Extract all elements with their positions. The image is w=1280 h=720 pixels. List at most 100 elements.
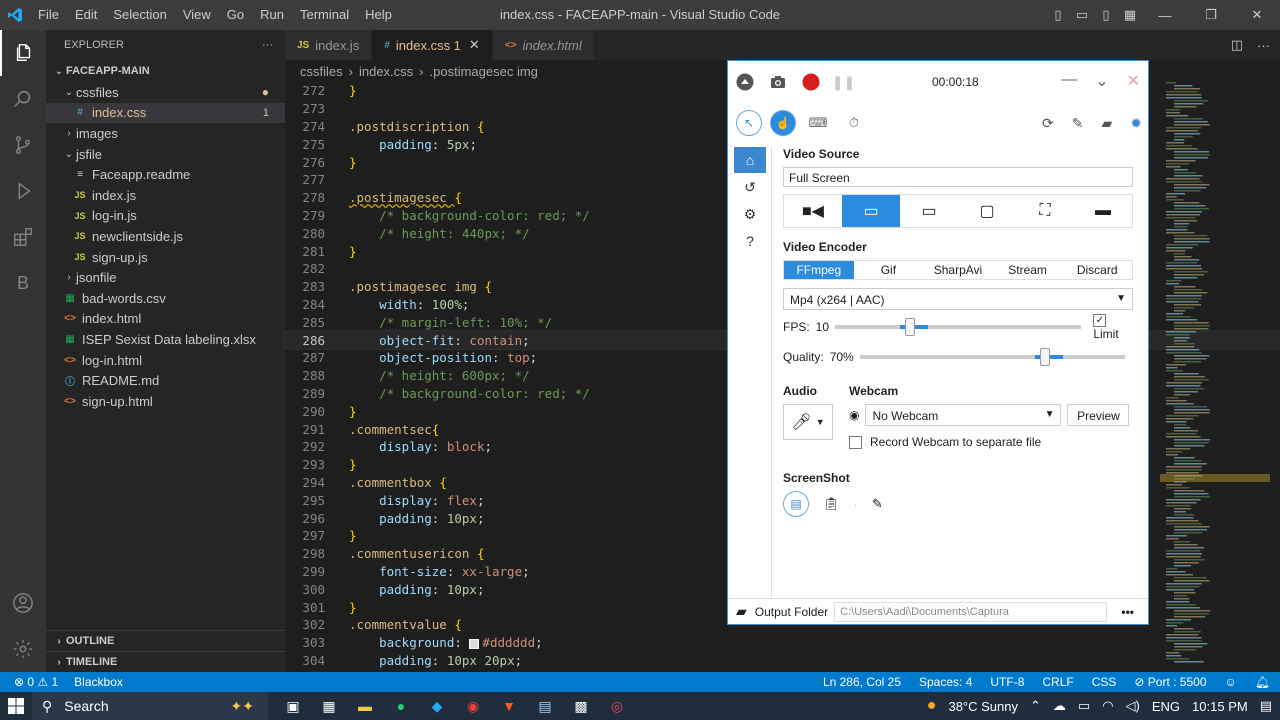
explorer-more-icon[interactable]: ··· — [262, 39, 273, 51]
output-folder-path[interactable]: C:\Users\Aadi\Documents\Captura — [834, 601, 1108, 622]
microphone-dropdown[interactable]: 🎤︎ ▼ — [783, 404, 833, 440]
keystrokes-icon[interactable]: ⌨ — [804, 115, 832, 131]
menu-selection[interactable]: Selection — [105, 0, 174, 30]
workspace-root[interactable]: ⌄ FACEAPP-MAIN — [46, 60, 285, 82]
save-to-disk-icon[interactable]: ▤ — [783, 491, 809, 517]
pause-icon[interactable]: ❚❚ — [827, 61, 860, 103]
language-indicator[interactable]: ENG — [1152, 699, 1180, 714]
color-swatch[interactable] — [469, 638, 480, 649]
source-control-icon[interactable] — [0, 122, 46, 168]
weather-text[interactable]: 38°C Sunny — [948, 699, 1018, 714]
notification-center-icon[interactable]: ▤ — [1260, 698, 1272, 714]
tree-item[interactable]: # index.css 1 — [46, 102, 285, 124]
intellij-icon[interactable]: ▩ — [570, 695, 592, 717]
search-icon[interactable] — [0, 76, 46, 122]
clipboard-icon[interactable]: 📋︎ — [823, 496, 840, 512]
more-actions-icon[interactable]: ··· — [1257, 38, 1270, 53]
windows-start-icon[interactable] — [0, 692, 32, 720]
fps-slider[interactable] — [835, 318, 1082, 336]
tree-item[interactable]: JS newclientside.js — [46, 226, 285, 247]
tree-item[interactable]: <> log-in.html — [46, 350, 285, 371]
tree-item[interactable]: ⌄ cssfiles ● — [46, 82, 285, 103]
cloud-icon[interactable]: ☁ — [1053, 698, 1066, 714]
region-icon[interactable]: ⛶ — [1016, 195, 1074, 227]
indentation[interactable]: Spaces: 4 — [919, 675, 972, 689]
imgur-icon[interactable]: · — [854, 497, 858, 512]
encoding[interactable]: UTF-8 — [990, 675, 1024, 689]
captura-taskbar-icon[interactable]: ◎ — [606, 695, 628, 717]
menu-file[interactable]: File — [30, 0, 67, 30]
encoder-ffmpeg[interactable]: FFmpeg — [784, 261, 854, 279]
menu-terminal[interactable]: Terminal — [292, 0, 357, 30]
tree-item[interactable]: <> index.html — [46, 309, 285, 330]
brave-icon[interactable]: ▼ — [498, 695, 520, 717]
screen-icon[interactable]: ▭ — [900, 195, 958, 227]
history-icon[interactable]: ↺ — [734, 174, 766, 200]
preview-button[interactable]: Preview — [1067, 404, 1130, 426]
encoder-gif[interactable]: Gif — [854, 261, 924, 279]
minimize-button[interactable]: — — [1142, 8, 1188, 23]
tab-index-js[interactable]: JS index.js — [285, 30, 373, 60]
menu-run[interactable]: Run — [252, 0, 292, 30]
settings-icon[interactable]: ✹ — [1130, 115, 1142, 132]
end-of-line[interactable]: CRLF — [1042, 675, 1073, 689]
breadcrumb-item[interactable]: .postimagesec img — [430, 64, 538, 79]
gear-icon[interactable]: ⚙ — [734, 201, 766, 227]
settings-gear-icon[interactable] — [0, 626, 46, 672]
screenshot-camera-icon[interactable] — [761, 61, 794, 103]
encoder-stream[interactable]: Stream — [993, 261, 1063, 279]
fullscreen-monitor-icon[interactable]: ▭ — [842, 195, 900, 227]
file-explorer-icon[interactable]: ▬ — [354, 695, 376, 717]
menu-go[interactable]: Go — [219, 0, 252, 30]
tree-item[interactable]: ▦ ISEP Sexist Data labeling.xlsx — [46, 329, 285, 350]
codec-dropdown[interactable]: Mp4 (x264 | AAC) ▼ — [783, 288, 1133, 310]
record-webcam-checkbox[interactable]: Record Webcam to separate file — [849, 435, 1135, 449]
feedback-icon[interactable]: ☺ — [1225, 675, 1237, 689]
toggle-secondary-sidebar-icon[interactable]: ▯ — [1094, 7, 1118, 23]
explorer-icon[interactable] — [0, 30, 46, 76]
tree-item[interactable]: ≡ Faceapp.readme — [46, 164, 285, 185]
language-mode[interactable]: CSS — [1092, 675, 1117, 689]
folder-icon[interactable]: ▰ — [1101, 115, 1112, 132]
split-editor-icon[interactable]: ◫ — [1231, 37, 1243, 53]
video-source-field[interactable]: Full Screen — [783, 167, 1133, 187]
brush-icon[interactable]: ✎ — [1072, 115, 1084, 132]
toggle-panel-icon[interactable]: ▭ — [1070, 7, 1094, 23]
encoder-discard[interactable]: Discard — [1062, 261, 1132, 279]
collapse-icon[interactable] — [728, 61, 761, 103]
gamepad-icon[interactable]: ▬ — [1074, 195, 1132, 227]
notifications-bell-icon[interactable]: 🔔︎ — [1255, 675, 1270, 689]
captura-collapse-button[interactable]: ⌄ — [1095, 71, 1108, 91]
tree-item[interactable]: › images — [46, 123, 285, 144]
volume-icon[interactable]: ◁) — [1126, 698, 1140, 714]
window-icon[interactable]: ▢ — [958, 195, 1016, 227]
close-tab-icon[interactable]: ✕ — [469, 37, 480, 53]
chrome-icon[interactable]: ◉ — [462, 695, 484, 717]
home-icon[interactable]: ⌂ — [734, 147, 766, 173]
editor-pencil-icon[interactable]: ✎ — [872, 496, 883, 512]
account-icon[interactable] — [0, 580, 46, 626]
tray-chevron-icon[interactable]: ⌃ — [1030, 698, 1041, 714]
extensions-icon[interactable] — [0, 214, 46, 260]
customize-layout-icon[interactable]: ▦ — [1118, 7, 1142, 23]
blackbox-status[interactable]: Blackbox — [74, 675, 123, 689]
live-server-port[interactable]: ⊘ Port : 5500 — [1134, 675, 1206, 689]
whatsapp-icon[interactable]: ● — [390, 695, 412, 717]
refresh-icon[interactable]: ⟳ — [1042, 115, 1054, 132]
record-button[interactable] — [794, 61, 827, 103]
clock[interactable]: 10:15 PM — [1192, 699, 1248, 714]
tree-item[interactable]: › jsonfile — [46, 267, 285, 288]
folder-icon[interactable]: ▰ — [728, 603, 755, 620]
output-more-icon[interactable]: ••• — [1107, 605, 1148, 619]
code-line[interactable]: 303 background: #dddddd; — [285, 634, 1280, 652]
tree-item[interactable]: ▦ bad-words.csv — [46, 288, 285, 309]
breadcrumb-item[interactable]: cssfiles — [300, 64, 343, 79]
breadcrumb-item[interactable]: index.css — [359, 64, 413, 79]
clicks-toggle-icon[interactable]: ☝ — [770, 110, 796, 136]
tree-item[interactable]: JS index.js — [46, 185, 285, 206]
outline-section[interactable]: › OUTLINE — [46, 630, 285, 651]
tab-index-css[interactable]: # index.css 1 ✕ — [372, 30, 493, 60]
menu-edit[interactable]: Edit — [67, 0, 105, 30]
menu-view[interactable]: View — [175, 0, 219, 30]
captura-close-button[interactable]: ✕ — [1127, 71, 1140, 91]
